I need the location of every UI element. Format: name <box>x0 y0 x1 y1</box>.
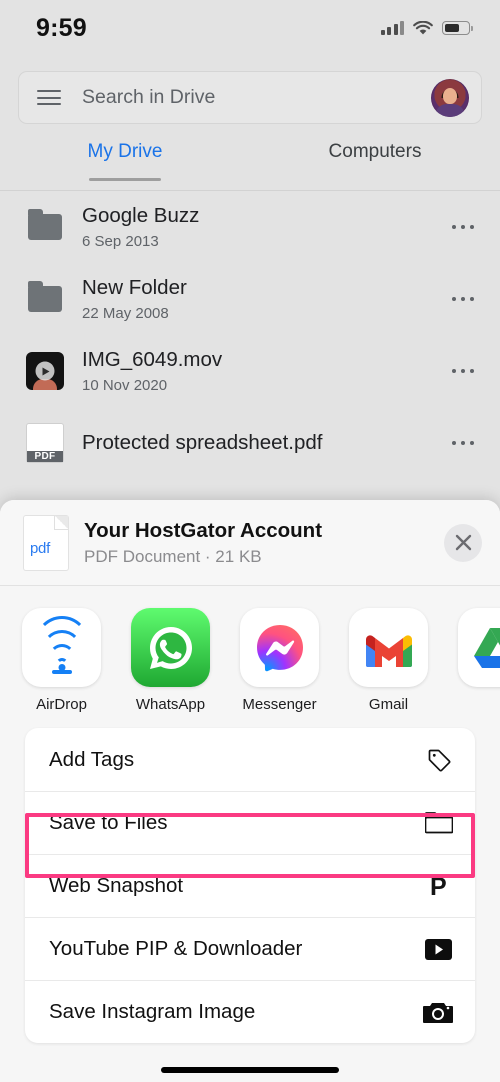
share-target-google-drive[interactable] <box>458 608 500 696</box>
hamburger-menu-icon[interactable] <box>37 90 61 105</box>
file-name: Google Buzz <box>82 204 200 228</box>
tab-computers-label: Computers <box>328 141 422 162</box>
file-meta: Protected spreadsheet.pdf <box>82 431 444 456</box>
tab-active-underline <box>89 178 161 181</box>
share-target-label: Gmail <box>368 696 409 713</box>
messenger-icon <box>240 608 319 687</box>
file-meta: IMG_6049.mov 10 Nov 2020 <box>82 348 444 394</box>
shared-document-info: Your HostGator Account PDF Document · 21… <box>84 518 444 567</box>
file-meta: Google Buzz 6 Sep 2013 <box>82 204 444 250</box>
status-bar-indicators <box>380 20 473 36</box>
whatsapp-icon <box>131 608 210 687</box>
play-button-icon <box>419 938 453 961</box>
svg-text:P: P <box>430 873 447 900</box>
more-options-icon[interactable] <box>444 440 474 446</box>
p-letter-icon: P <box>419 872 453 900</box>
table-row[interactable]: New Folder 22 May 2008 <box>0 263 500 335</box>
share-target-messenger[interactable]: Messenger <box>240 608 319 713</box>
close-icon[interactable] <box>444 523 482 562</box>
action-label: Web Snapshot <box>49 874 184 897</box>
action-label: Add Tags <box>49 747 135 771</box>
cellular-bars-icon <box>380 21 404 35</box>
phone-screen: 9:59 Search in Drive My Drive Computers … <box>0 0 500 1082</box>
drive-tabs: My Drive Computers <box>0 134 500 190</box>
action-label: Save Instagram Image <box>49 1000 256 1023</box>
wifi-icon <box>413 20 433 36</box>
more-options-icon[interactable] <box>444 224 474 230</box>
share-action-list: Add Tags Save to Files Web Snapshot P Yo… <box>25 728 475 1043</box>
folder-icon <box>419 811 453 835</box>
action-row-save-to-files[interactable]: Save to Files <box>25 791 475 854</box>
action-row-add-tags[interactable]: Add Tags <box>25 728 475 791</box>
share-target-whatsapp[interactable]: WhatsApp <box>131 608 210 713</box>
table-row[interactable]: Google Buzz 6 Sep 2013 <box>0 191 500 263</box>
shared-document-subtitle: PDF Document · 21 KB <box>84 546 262 566</box>
folder-icon <box>24 281 66 312</box>
search-input[interactable]: Search in Drive <box>82 86 431 109</box>
share-target-label: WhatsApp <box>135 696 206 713</box>
status-bar: 9:59 <box>0 0 500 56</box>
file-name: IMG_6049.mov <box>82 348 223 372</box>
pdf-file-icon: pdf <box>24 515 68 570</box>
search-bar[interactable]: Search in Drive <box>18 71 482 124</box>
file-date: 10 Nov 2020 <box>82 376 168 394</box>
share-target-label: AirDrop <box>36 696 87 713</box>
battery-icon <box>442 21 473 35</box>
tab-my-drive[interactable]: My Drive <box>0 134 250 190</box>
airdrop-icon <box>22 608 101 687</box>
file-name: New Folder <box>82 276 187 300</box>
file-meta: New Folder 22 May 2008 <box>82 276 444 322</box>
action-label: YouTube PIP & Downloader <box>49 937 303 960</box>
gmail-icon <box>349 608 428 687</box>
video-thumbnail-icon <box>24 352 66 390</box>
table-row[interactable]: IMG_6049.mov 10 Nov 2020 <box>0 335 500 407</box>
camera-icon <box>419 1000 453 1025</box>
action-row-save-instagram-image[interactable]: Save Instagram Image <box>25 980 475 1043</box>
avatar[interactable] <box>431 78 469 117</box>
share-app-row: AirDrop WhatsApp Messenger Gmail <box>0 586 500 716</box>
tag-icon <box>419 746 453 774</box>
action-row-youtube-pip[interactable]: YouTube PIP & Downloader <box>25 917 475 980</box>
pdf-thumbnail-icon: PDF <box>24 424 66 462</box>
share-sheet: pdf Your HostGator Account PDF Document … <box>0 500 500 1082</box>
google-drive-icon <box>458 608 500 687</box>
file-list: Google Buzz 6 Sep 2013 New Folder 22 May… <box>0 191 500 479</box>
file-date: 22 May 2008 <box>82 304 169 322</box>
status-bar-clock: 9:59 <box>36 13 87 42</box>
file-name: Protected spreadsheet.pdf <box>82 430 323 454</box>
share-target-label: Messenger <box>242 696 317 713</box>
share-sheet-header: pdf Your HostGator Account PDF Document … <box>0 500 500 586</box>
share-target-airdrop[interactable]: AirDrop <box>22 608 101 713</box>
folder-icon <box>24 209 66 240</box>
home-indicator <box>161 1067 339 1073</box>
table-row[interactable]: PDF Protected spreadsheet.pdf <box>0 407 500 479</box>
more-options-icon[interactable] <box>444 296 474 302</box>
tab-my-drive-label: My Drive <box>87 141 163 162</box>
share-target-gmail[interactable]: Gmail <box>349 608 428 713</box>
action-label: Save to Files <box>49 811 168 834</box>
file-date: 6 Sep 2013 <box>82 232 159 250</box>
shared-document-title: Your HostGator Account <box>84 519 323 543</box>
pdf-file-icon-label: pdf <box>30 539 50 557</box>
tab-computers[interactable]: Computers <box>250 134 500 190</box>
action-row-web-snapshot[interactable]: Web Snapshot P <box>25 854 475 917</box>
more-options-icon[interactable] <box>444 368 474 374</box>
